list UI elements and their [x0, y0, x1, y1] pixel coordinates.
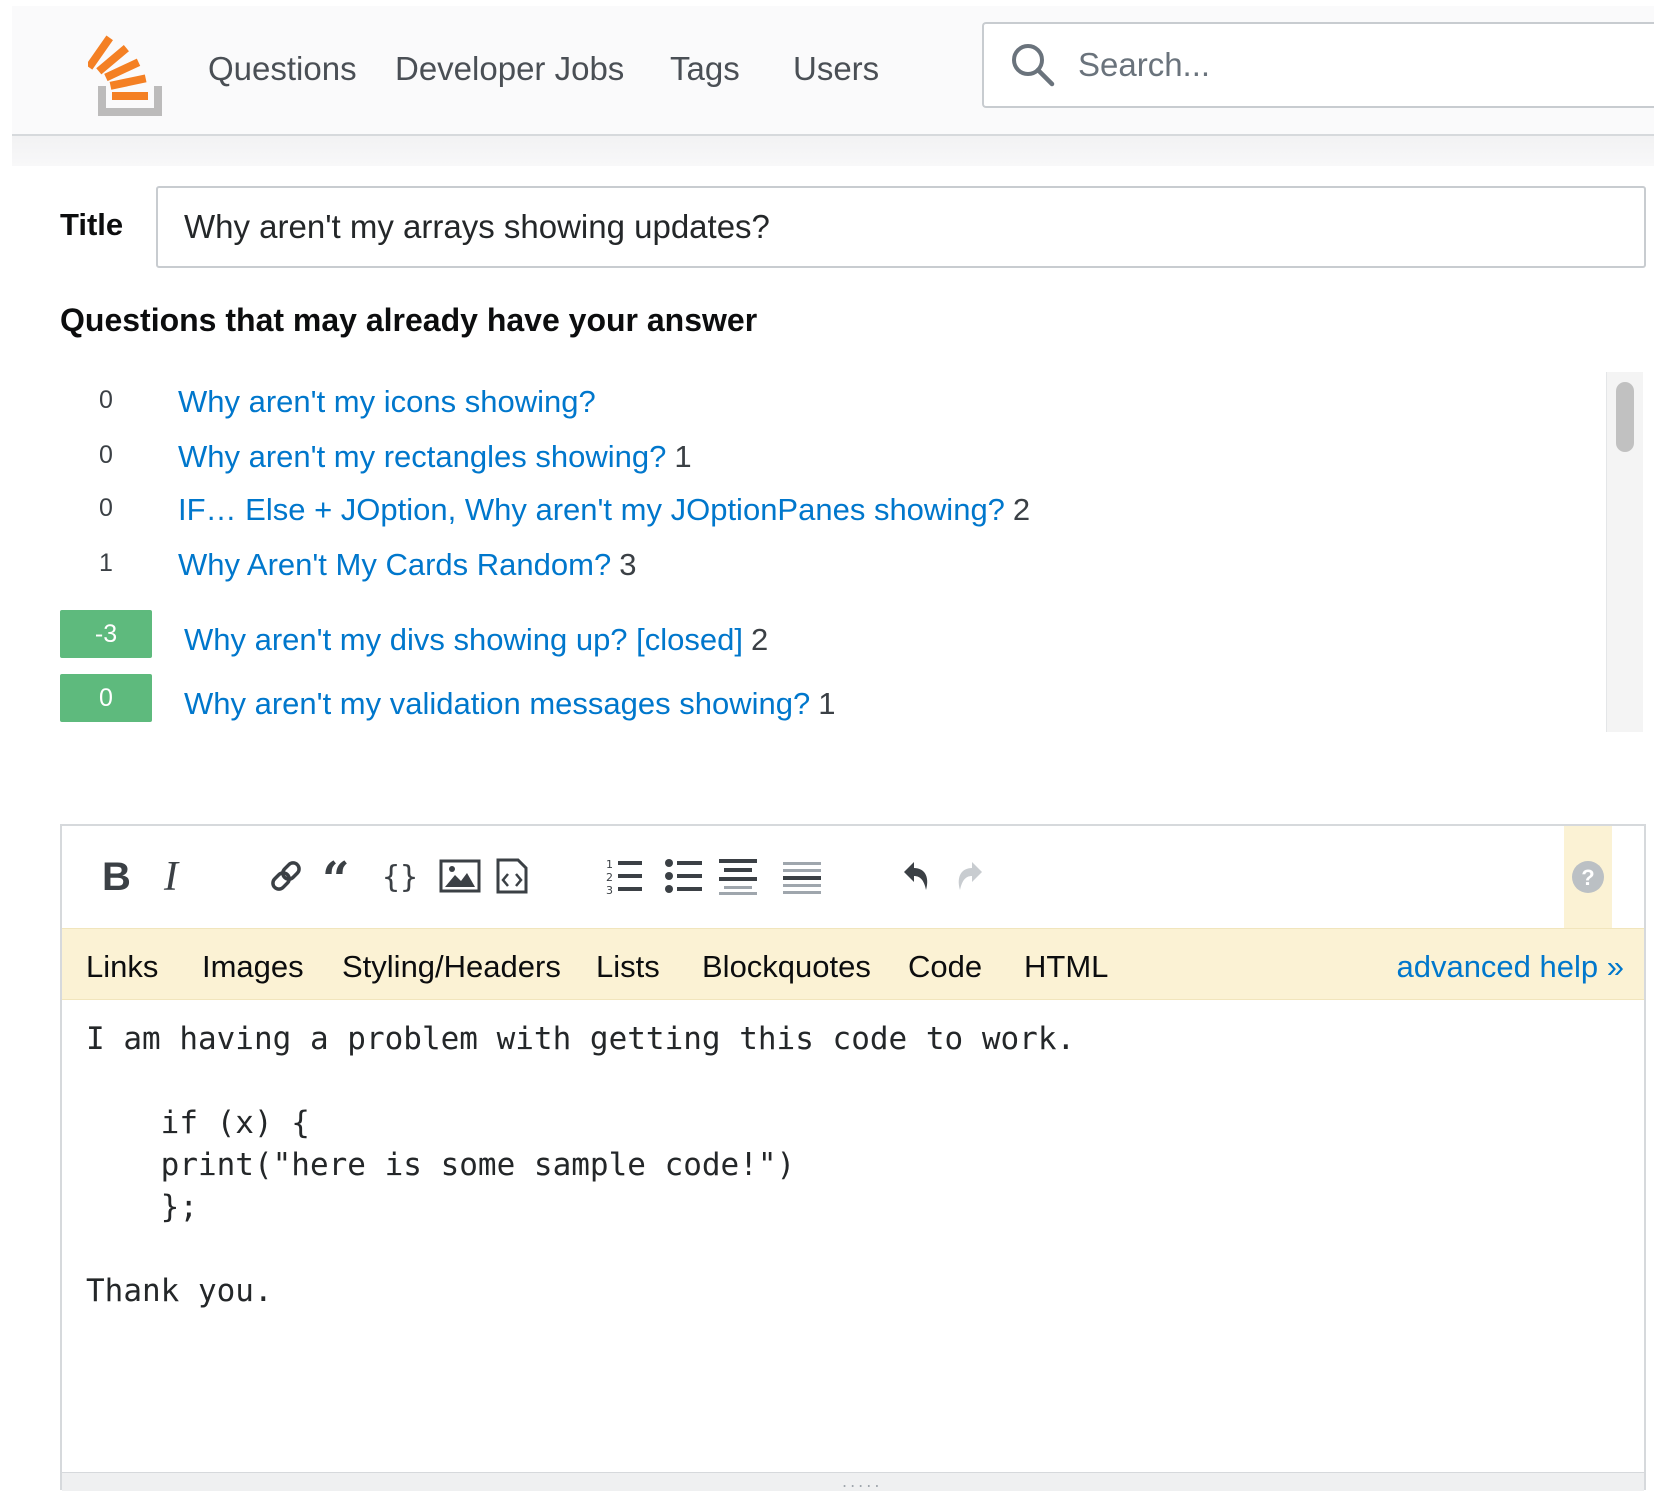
stack-overflow-logo-icon[interactable] — [85, 26, 172, 116]
nav-developer-jobs[interactable]: Developer Jobs — [395, 50, 624, 88]
answer-count: 1 — [818, 686, 836, 721]
heading-icon[interactable] — [714, 852, 762, 900]
answer-count: 2 — [1012, 492, 1031, 527]
markdown-editor: B I “ {} 1 2 3 ? Links Images Styling/He… — [60, 824, 1646, 1491]
image-icon[interactable] — [436, 852, 484, 900]
numbered-list-icon[interactable]: 1 2 3 — [600, 852, 648, 900]
help-tab-html[interactable]: HTML — [1024, 949, 1108, 985]
similar-question-row: 1 Why Aren't My Cards Random? 3 — [60, 535, 1560, 583]
link-icon[interactable] — [262, 852, 310, 900]
answer-count: 1 — [674, 439, 692, 474]
code-icon[interactable]: {} — [378, 852, 426, 900]
vote-count: 0 — [99, 441, 113, 469]
help-tab-styling-headers[interactable]: Styling/Headers — [342, 949, 561, 985]
undo-icon[interactable] — [892, 852, 940, 900]
help-icon[interactable]: ? — [1564, 826, 1612, 928]
help-tab-blockquotes[interactable]: Blockquotes — [702, 949, 871, 985]
bold-icon[interactable]: B — [92, 852, 140, 900]
nav-questions[interactable]: Questions — [208, 50, 357, 88]
help-tab-links[interactable]: Links — [86, 949, 158, 985]
similar-questions-list: 0 Why aren't my icons showing? 0 Why are… — [60, 372, 1610, 732]
svg-text:I: I — [163, 856, 180, 896]
answer-count: 2 — [751, 622, 769, 657]
bulleted-list-icon[interactable] — [660, 852, 708, 900]
similar-question-link[interactable]: Why Aren't My Cards Random? — [178, 547, 611, 582]
question-body-textarea[interactable]: I am having a problem with getting this … — [62, 1000, 1644, 1470]
svg-text:3: 3 — [606, 884, 613, 896]
svg-text:{}: {} — [382, 860, 418, 895]
similar-questions-scrollbar[interactable] — [1606, 372, 1643, 732]
search-icon — [1010, 42, 1056, 88]
editor-help-bar: Links Images Styling/Headers Lists Block… — [62, 928, 1644, 1000]
vote-count-accepted: -3 — [60, 610, 152, 658]
similar-question-row: 0 IF… Else + JOption, Why aren't my JOpt… — [60, 480, 1560, 528]
search-box[interactable] — [982, 22, 1654, 108]
scrollbar-thumb[interactable] — [1616, 382, 1634, 452]
advanced-help-link[interactable]: advanced help » — [1396, 949, 1624, 985]
help-tab-lists[interactable]: Lists — [596, 949, 660, 985]
title-field[interactable] — [156, 186, 1646, 268]
similar-question-link[interactable]: Why aren't my icons showing? — [178, 384, 596, 419]
italic-icon[interactable]: I — [154, 852, 202, 900]
editor-toolbar: B I “ {} 1 2 3 ? — [62, 826, 1644, 928]
similar-question-row: 0 Why aren't my icons showing? — [60, 372, 1560, 420]
editor-resize-grip[interactable]: ..... — [62, 1472, 1644, 1491]
grip-dots: ..... — [842, 1472, 883, 1491]
title-input[interactable] — [182, 202, 1626, 252]
help-tab-code[interactable]: Code — [908, 949, 982, 985]
similar-questions-heading: Questions that may already have your ans… — [60, 302, 758, 338]
help-tab-images[interactable]: Images — [202, 949, 304, 985]
similar-question-row: 0 Why aren't my validation messages show… — [60, 674, 1560, 722]
title-label: Title — [60, 207, 124, 242]
similar-question-link[interactable]: IF… Else + JOption, Why aren't my JOptio… — [178, 492, 1005, 527]
similar-question-link[interactable]: Why aren't my divs showing up? [closed] — [184, 622, 743, 657]
similar-question-row: -3 Why aren't my divs showing up? [close… — [60, 610, 1560, 658]
svg-text:?: ? — [1581, 865, 1594, 890]
vote-count: 0 — [99, 386, 113, 414]
vote-count: 1 — [99, 549, 113, 577]
svg-text:“: “ — [322, 856, 350, 896]
nav-tags[interactable]: Tags — [670, 50, 740, 88]
similar-question-link[interactable]: Why aren't my validation messages showin… — [184, 686, 810, 721]
nav-users[interactable]: Users — [793, 50, 879, 88]
answer-count: 3 — [619, 547, 637, 582]
similar-question-link[interactable]: Why aren't my rectangles showing? — [178, 439, 666, 474]
svg-text:1: 1 — [606, 858, 613, 871]
svg-text:2: 2 — [606, 871, 613, 884]
horizontal-rule-icon[interactable] — [778, 852, 826, 900]
redo-icon[interactable] — [946, 852, 994, 900]
top-bar-shadow — [12, 136, 1654, 166]
vote-count-accepted: 0 — [60, 674, 152, 722]
snippet-icon[interactable] — [488, 852, 536, 900]
similar-question-row: 0 Why aren't my rectangles showing? 1 — [60, 427, 1560, 475]
svg-text:B: B — [102, 856, 131, 896]
search-input[interactable] — [1076, 40, 1600, 90]
blockquote-icon[interactable]: “ — [320, 852, 368, 900]
vote-count: 0 — [99, 494, 113, 522]
